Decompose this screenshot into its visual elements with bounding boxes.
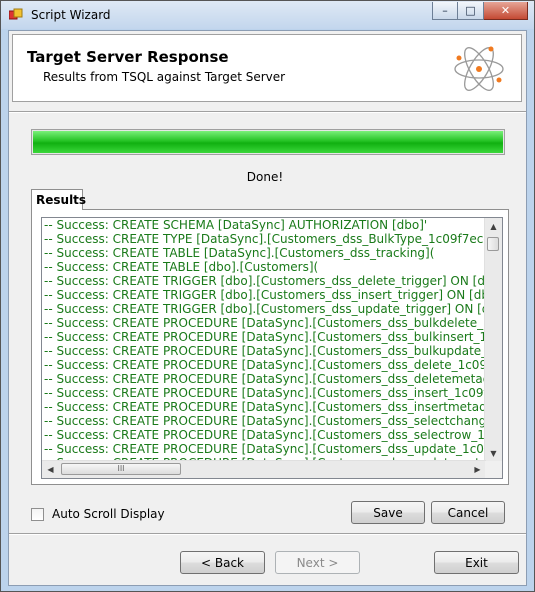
result-line: -- Success: CREATE PROCEDURE [DataSync].… bbox=[44, 372, 486, 386]
progress-fill bbox=[33, 131, 503, 153]
vertical-scroll-thumb[interactable] bbox=[487, 237, 499, 251]
footer-separator bbox=[9, 533, 526, 535]
result-line: -- Success: CREATE TRIGGER [dbo].[Custom… bbox=[44, 302, 486, 316]
next-button[interactable]: Next > bbox=[275, 551, 360, 574]
auto-scroll-label[interactable]: Auto Scroll Display bbox=[52, 507, 165, 521]
auto-scroll-checkbox[interactable] bbox=[31, 507, 44, 521]
progress-bar bbox=[31, 129, 505, 155]
results-textbox[interactable]: -- Success: CREATE SCHEMA [DataSync] AUT… bbox=[41, 217, 503, 479]
horizontal-scroll-thumb[interactable]: III bbox=[61, 463, 181, 475]
result-line: -- Success: CREATE TYPE [DataSync].[Cust… bbox=[44, 232, 486, 246]
result-line: -- Success: CREATE PROCEDURE [DataSync].… bbox=[44, 442, 486, 456]
exit-button[interactable]: Exit bbox=[434, 551, 519, 574]
header-separator bbox=[9, 111, 526, 113]
minimize-button[interactable]: – bbox=[432, 2, 458, 20]
result-line: -- Success: CREATE PROCEDURE [DataSync].… bbox=[44, 386, 486, 400]
horizontal-scrollbar[interactable]: ◀ III ▶ bbox=[42, 460, 486, 478]
maximize-button[interactable]: □ bbox=[458, 2, 484, 20]
result-line: -- Success: CREATE PROCEDURE [DataSync].… bbox=[44, 400, 486, 414]
result-line: -- Success: CREATE TABLE [DataSync].[Cus… bbox=[44, 246, 435, 260]
script-wizard-window: Script Wizard – □ ✕ Target Server Respon… bbox=[0, 0, 535, 592]
result-line: -- Success: CREATE PROCEDURE [DataSync].… bbox=[44, 316, 486, 330]
result-line: -- Success: CREATE TRIGGER [dbo].[Custom… bbox=[44, 288, 486, 302]
result-line: -- Success: CREATE PROCEDURE [DataSync].… bbox=[44, 330, 486, 344]
page-subtitle: Results from TSQL against Target Server bbox=[43, 70, 286, 84]
tab-results[interactable]: Results bbox=[31, 189, 86, 210]
result-line: -- Success: CREATE TABLE [dbo].[Customer… bbox=[44, 260, 319, 274]
result-line: -- Success: CREATE PROCEDURE [DataSync].… bbox=[44, 428, 486, 442]
page-title: Target Server Response bbox=[27, 48, 229, 66]
results-tab-panel: -- Success: CREATE SCHEMA [DataSync] AUT… bbox=[31, 209, 509, 485]
result-line: -- Success: CREATE PROCEDURE [DataSync].… bbox=[44, 414, 486, 428]
status-text: Done! bbox=[246, 170, 284, 184]
atom-icon bbox=[454, 46, 504, 91]
cancel-button[interactable]: Cancel bbox=[431, 501, 505, 524]
back-button[interactable]: < Back bbox=[180, 551, 265, 574]
save-button[interactable]: Save bbox=[351, 501, 425, 524]
window-title: Script Wizard bbox=[31, 8, 111, 22]
title-bar[interactable]: Script Wizard – □ ✕ bbox=[1, 1, 534, 29]
result-line: -- Success: CREATE SCHEMA [DataSync] AUT… bbox=[44, 218, 428, 232]
scroll-up-icon[interactable]: ▲ bbox=[485, 218, 502, 235]
wizard-header: Target Server Response Results from TSQL… bbox=[12, 34, 522, 102]
result-line: -- Success: CREATE PROCEDURE [DataSync].… bbox=[44, 344, 486, 358]
result-line: -- Success: CREATE TRIGGER [dbo].[Custom… bbox=[44, 274, 486, 288]
scroll-down-icon[interactable]: ▼ bbox=[485, 445, 502, 462]
result-line: -- Success: CREATE PROCEDURE [DataSync].… bbox=[44, 358, 486, 372]
close-button[interactable]: ✕ bbox=[484, 2, 528, 20]
app-icon bbox=[9, 8, 23, 20]
scroll-right-icon[interactable]: ▶ bbox=[469, 461, 486, 478]
wizard-client-area: Target Server Response Results from TSQL… bbox=[8, 30, 527, 586]
scroll-left-icon[interactable]: ◀ bbox=[42, 461, 59, 478]
vertical-scrollbar[interactable]: ▲ ▼ bbox=[484, 218, 502, 462]
scrollbar-corner bbox=[485, 461, 502, 478]
results-lines: -- Success: CREATE SCHEMA [DataSync] AUT… bbox=[42, 218, 486, 462]
auto-scroll-option[interactable]: Auto Scroll Display bbox=[31, 507, 165, 521]
